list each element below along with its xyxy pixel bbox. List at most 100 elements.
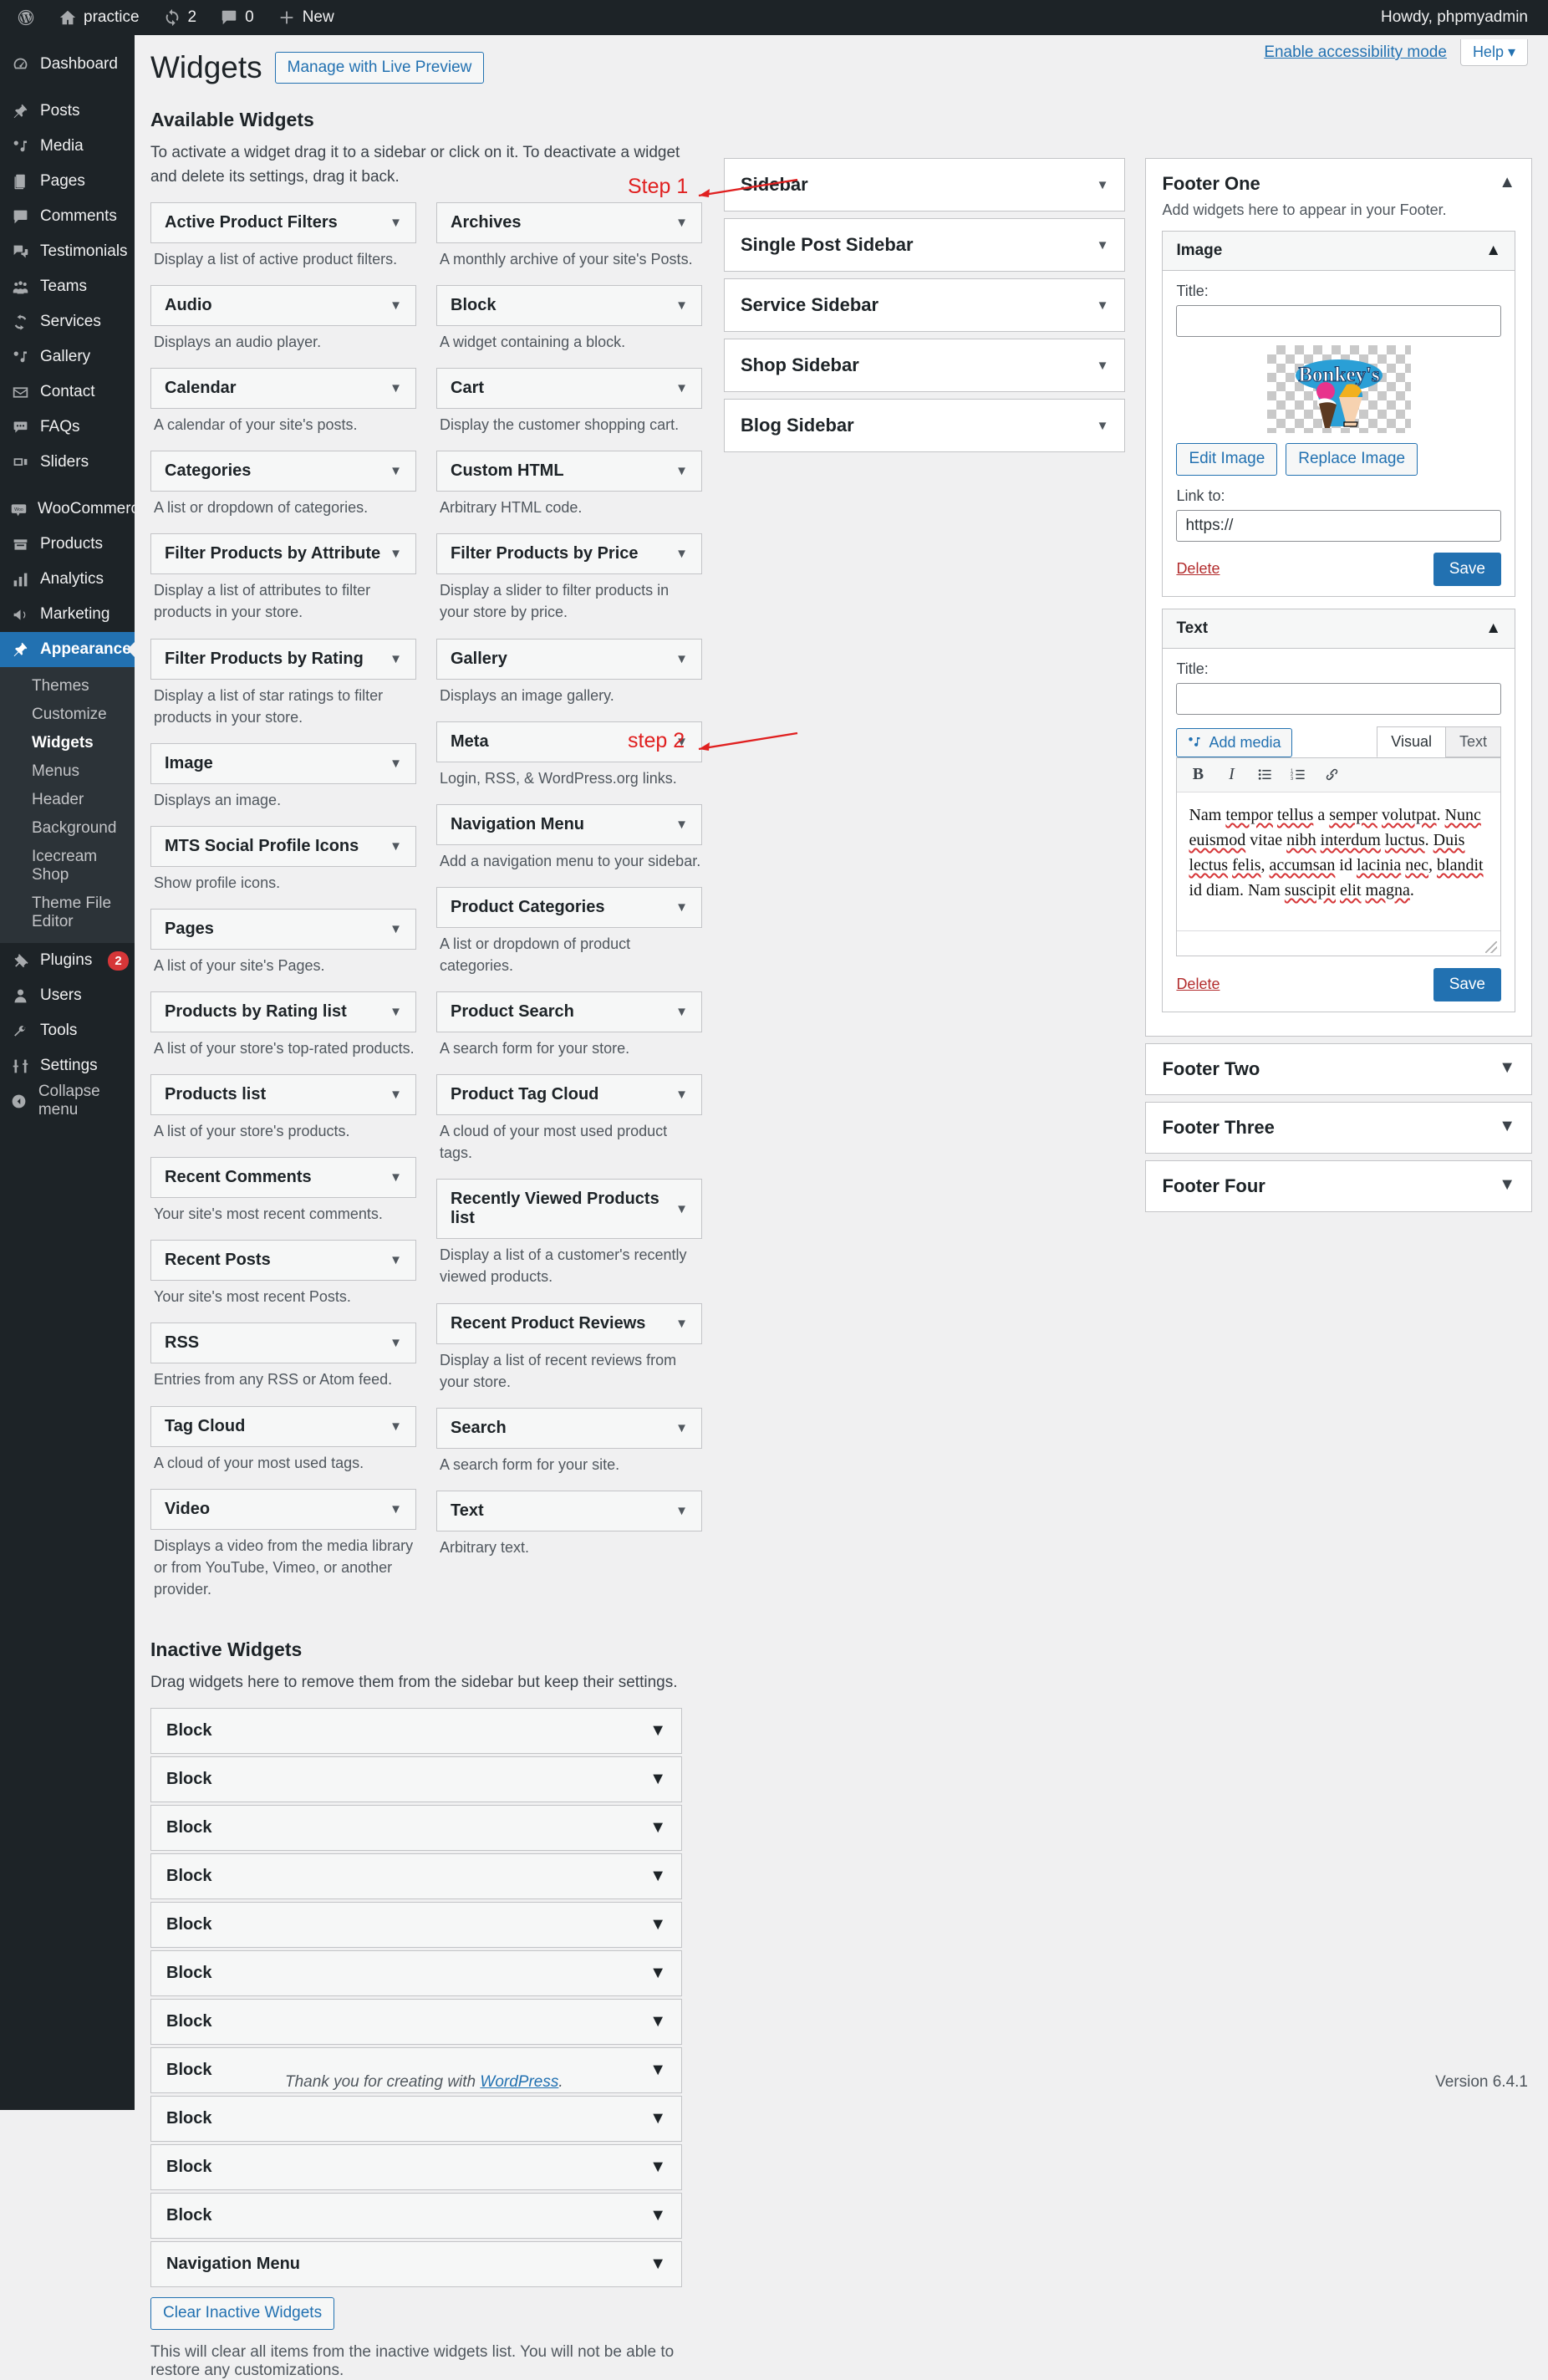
collapse-menu-button[interactable]: Collapse menu (0, 1083, 135, 1119)
updates-menu[interactable]: 2 (151, 0, 209, 35)
italic-icon[interactable]: I (1222, 765, 1240, 784)
chevron-down-icon[interactable]: ▼ (390, 1005, 402, 1019)
sidebar-item-analytics[interactable]: Analytics (0, 562, 135, 597)
chevron-down-icon[interactable]: ▼ (649, 1770, 666, 1789)
chevron-down-icon[interactable]: ▼ (390, 839, 402, 854)
chevron-down-icon[interactable]: ▼ (390, 922, 402, 936)
available-widget-right-13[interactable]: Search ▼ (436, 1407, 702, 1449)
image-widget-save-button[interactable]: Save (1433, 552, 1501, 586)
replace-image-button[interactable]: Replace Image (1286, 443, 1418, 476)
text-widget-save-button[interactable]: Save (1433, 967, 1501, 1001)
chevron-down-icon[interactable]: ▼ (390, 381, 402, 395)
inactive-widget-0[interactable]: Block ▼ (150, 1708, 682, 1755)
available-widget-left-8[interactable]: Pages ▼ (150, 908, 416, 950)
chevron-down-icon[interactable]: ▼ (390, 1336, 402, 1350)
sidebar-item-marketing[interactable]: Marketing (0, 597, 135, 632)
available-widget-left-2[interactable]: Calendar ▼ (150, 368, 416, 410)
sidebar-item-sliders[interactable]: Sliders (0, 445, 135, 480)
inactive-widget-10[interactable]: Block ▼ (150, 2193, 682, 2240)
editor-resize-handle[interactable] (1485, 940, 1497, 953)
sidebar-item-dashboard[interactable]: Dashboard (0, 47, 135, 82)
chevron-down-icon[interactable]: ▼ (649, 2158, 666, 2177)
available-widget-right-2[interactable]: Cart ▼ (436, 368, 702, 410)
chevron-down-icon[interactable]: ▼ (1097, 419, 1109, 433)
sidebar-panel-4[interactable]: Blog Sidebar ▼ (724, 399, 1126, 452)
inactive-widget-1[interactable]: Block ▼ (150, 1756, 682, 1803)
image-widget-delete-link[interactable]: Delete (1176, 560, 1220, 578)
wordpress-logo-menu[interactable] (5, 0, 47, 35)
enable-accessibility-mode-link[interactable]: Enable accessibility mode (1264, 43, 1447, 62)
available-widget-left-10[interactable]: Products list ▼ (150, 1074, 416, 1116)
chevron-down-icon[interactable]: ▼ (649, 1818, 666, 1837)
chevron-down-icon[interactable]: ▼ (649, 1867, 666, 1886)
chevron-down-icon[interactable]: ▼ (675, 381, 688, 395)
chevron-down-icon[interactable]: ▼ (1499, 1117, 1515, 1136)
image-link-input[interactable] (1176, 509, 1501, 542)
submenu-item-customize[interactable]: Customize (0, 701, 135, 729)
footer-panel-collapsed-2[interactable]: Footer Four ▼ (1145, 1159, 1532, 1212)
submenu-item-header[interactable]: Header (0, 786, 135, 814)
comments-menu[interactable]: 0 (208, 0, 266, 35)
chevron-down-icon[interactable]: ▼ (675, 298, 688, 313)
image-title-input[interactable] (1176, 305, 1501, 337)
chevron-down-icon[interactable]: ▼ (390, 757, 402, 771)
submenu-item-theme-file-editor[interactable]: Theme File Editor (0, 889, 135, 936)
available-widget-right-14[interactable]: Text ▼ (436, 1490, 702, 1531)
chevron-down-icon[interactable]: ▼ (675, 1202, 688, 1216)
site-name-menu[interactable]: practice (47, 0, 151, 35)
chevron-down-icon[interactable]: ▼ (390, 1088, 402, 1102)
inactive-widget-2[interactable]: Block ▼ (150, 1805, 682, 1852)
available-widget-left-7[interactable]: MTS Social Profile Icons ▼ (150, 825, 416, 867)
available-widget-right-0[interactable]: Archives ▼ (436, 202, 702, 243)
chevron-down-icon[interactable]: ▼ (1097, 238, 1109, 252)
chevron-down-icon[interactable]: ▼ (675, 1317, 688, 1331)
sidebar-panel-3[interactable]: Shop Sidebar ▼ (724, 339, 1126, 392)
chevron-down-icon[interactable]: ▼ (1097, 298, 1109, 313)
available-widget-right-7[interactable]: Navigation Menu ▼ (436, 803, 702, 845)
link-icon[interactable] (1322, 766, 1341, 784)
available-widget-right-3[interactable]: Custom HTML ▼ (436, 451, 702, 492)
chevron-down-icon[interactable]: ▼ (675, 900, 688, 915)
chevron-up-icon[interactable]: ▲ (1485, 619, 1501, 638)
chevron-down-icon[interactable]: ▼ (675, 464, 688, 478)
inactive-widget-8[interactable]: Block ▼ (150, 2096, 682, 2143)
submenu-item-background[interactable]: Background (0, 814, 135, 843)
chevron-down-icon[interactable]: ▼ (1499, 1058, 1515, 1078)
chevron-down-icon[interactable]: ▼ (390, 652, 402, 666)
edit-image-button[interactable]: Edit Image (1176, 443, 1278, 476)
chevron-down-icon[interactable]: ▼ (1499, 1175, 1515, 1195)
sidebar-item-woocommerce[interactable]: Woo WooCommerce (0, 492, 148, 527)
available-widget-left-5[interactable]: Filter Products by Rating ▼ (150, 638, 416, 680)
available-widget-left-1[interactable]: Audio ▼ (150, 285, 416, 327)
wordpress-link[interactable]: WordPress (480, 2073, 558, 2091)
chevron-down-icon[interactable]: ▼ (1097, 359, 1109, 373)
submenu-item-themes[interactable]: Themes (0, 672, 135, 701)
footer-panel-collapsed-0[interactable]: Footer Two ▼ (1145, 1042, 1532, 1095)
inactive-widget-11[interactable]: Navigation Menu ▼ (150, 2241, 682, 2288)
available-widget-right-5[interactable]: Gallery ▼ (436, 638, 702, 680)
available-widget-right-9[interactable]: Product Search ▼ (436, 991, 702, 1033)
chevron-down-icon[interactable]: ▼ (649, 2012, 666, 2031)
available-widget-right-11[interactable]: Recently Viewed Products list ▼ (436, 1179, 702, 1240)
chevron-down-icon[interactable]: ▼ (649, 2255, 666, 2274)
text-widget-delete-link[interactable]: Delete (1176, 976, 1220, 993)
sidebar-item-settings[interactable]: Settings (0, 1048, 135, 1083)
inactive-widget-4[interactable]: Block ▼ (150, 1902, 682, 1949)
chevron-down-icon[interactable]: ▼ (675, 818, 688, 832)
sidebar-item-testimonials[interactable]: Testimonials (0, 234, 135, 269)
available-widget-left-9[interactable]: Products by Rating list ▼ (150, 991, 416, 1033)
sidebar-item-appearance[interactable]: Appearance (0, 632, 135, 667)
chevron-down-icon[interactable]: ▼ (390, 298, 402, 313)
available-widget-right-12[interactable]: Recent Product Reviews ▼ (436, 1302, 702, 1344)
sidebar-item-faqs[interactable]: FAQs (0, 410, 135, 445)
available-widget-left-13[interactable]: RSS ▼ (150, 1323, 416, 1364)
chevron-down-icon[interactable]: ▼ (649, 2109, 666, 2128)
text-editor-content[interactable]: Nam tempor tellus a semper volutpat. Nun… (1177, 792, 1500, 930)
clear-inactive-widgets-button[interactable]: Clear Inactive Widgets (150, 2297, 335, 2331)
chevron-down-icon[interactable]: ▼ (390, 216, 402, 230)
numbered-list-icon[interactable]: 123 (1289, 766, 1307, 784)
chevron-down-icon[interactable]: ▼ (390, 547, 402, 561)
available-widget-right-1[interactable]: Block ▼ (436, 285, 702, 327)
inactive-widget-6[interactable]: Block ▼ (150, 1999, 682, 2046)
new-content-menu[interactable]: New (266, 0, 346, 35)
